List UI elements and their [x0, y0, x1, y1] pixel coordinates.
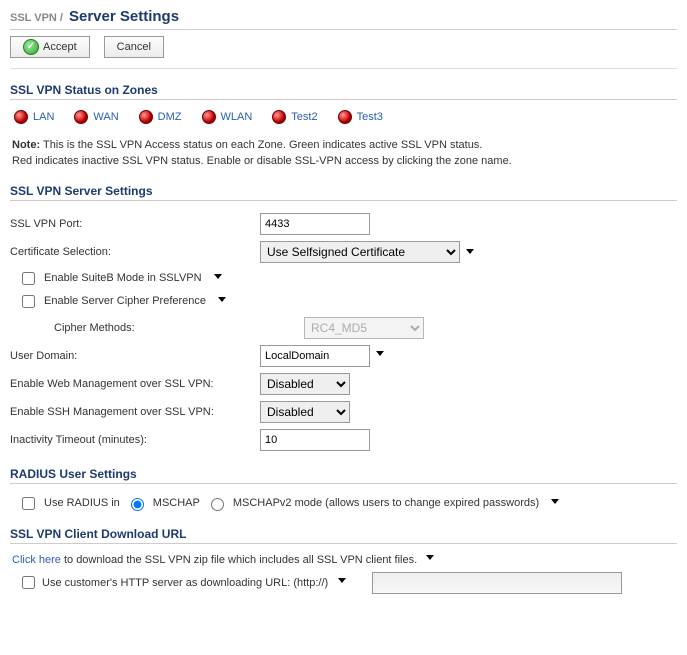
section-divider-server — [10, 200, 677, 201]
timeout-input[interactable] — [260, 429, 370, 451]
cancel-button[interactable]: Cancel — [104, 36, 164, 58]
note-label: Note: — [12, 139, 40, 151]
custom-url-checkbox[interactable] — [22, 576, 35, 589]
check-circle-icon: ✓ — [23, 39, 39, 55]
ssh-mgmt-label: Enable SSH Management over SSL VPN: — [10, 406, 260, 418]
zone-label: Test3 — [357, 111, 383, 123]
user-domain-label: User Domain: — [10, 350, 260, 362]
mschap-radio[interactable] — [131, 498, 144, 511]
cipher-methods-select: RC4_MD5 — [304, 317, 424, 339]
chevron-down-icon[interactable] — [376, 351, 384, 356]
chevron-down-icon[interactable] — [426, 555, 434, 560]
section-divider-download — [10, 543, 677, 544]
section-title-download: SSL VPN Client Download URL — [10, 527, 677, 541]
cert-select[interactable]: Use Selfsigned Certificate — [260, 241, 460, 263]
web-mgmt-label: Enable Web Management over SSL VPN: — [10, 378, 260, 390]
breadcrumb: SSL VPN / — [10, 12, 63, 24]
zone-item-wan[interactable]: WAN — [74, 110, 118, 124]
user-domain-input[interactable] — [260, 345, 370, 367]
zone-item-wlan[interactable]: WLAN — [202, 110, 253, 124]
section-divider-zones — [10, 99, 677, 100]
web-mgmt-select[interactable]: Disabled — [260, 373, 350, 395]
status-led-icon — [272, 110, 286, 124]
accept-button[interactable]: ✓ Accept — [10, 36, 90, 58]
custom-url-label: Use customer's HTTP server as downloadin… — [42, 577, 328, 589]
timeout-label: Inactivity Timeout (minutes): — [10, 434, 260, 446]
cipher-pref-checkbox[interactable] — [22, 295, 35, 308]
click-here-link[interactable]: Click here — [12, 554, 61, 566]
zone-item-lan[interactable]: LAN — [14, 110, 54, 124]
chevron-down-icon[interactable] — [466, 249, 474, 254]
port-label: SSL VPN Port: — [10, 218, 260, 230]
accept-label: Accept — [43, 41, 77, 53]
download-text: to download the SSL VPN zip file which i… — [61, 554, 417, 566]
status-led-icon — [202, 110, 216, 124]
zones-note: Note: This is the SSL VPN Access status … — [12, 138, 677, 170]
mschapv2-radio[interactable] — [211, 498, 224, 511]
zone-item-test2[interactable]: Test2 — [272, 110, 317, 124]
suiteb-checkbox[interactable] — [22, 272, 35, 285]
section-title-radius: RADIUS User Settings — [10, 467, 677, 481]
zone-label: WAN — [93, 111, 118, 123]
zone-label: DMZ — [158, 111, 182, 123]
section-title-zones: SSL VPN Status on Zones — [10, 83, 677, 97]
status-led-icon — [139, 110, 153, 124]
status-led-icon — [14, 110, 28, 124]
zone-item-dmz[interactable]: DMZ — [139, 110, 182, 124]
custom-url-input — [372, 572, 622, 594]
use-radius-checkbox[interactable] — [22, 497, 35, 510]
chevron-down-icon[interactable] — [551, 499, 559, 504]
zone-label: LAN — [33, 111, 54, 123]
chevron-down-icon[interactable] — [218, 297, 226, 302]
chevron-down-icon[interactable] — [338, 578, 346, 583]
mschap-label: MSCHAP — [153, 497, 200, 509]
cancel-label: Cancel — [117, 41, 151, 53]
zone-label: WLAN — [221, 111, 253, 123]
zone-label: Test2 — [291, 111, 317, 123]
status-led-icon — [338, 110, 352, 124]
zone-list: LAN WAN DMZ WLAN Test2 Test3 — [14, 110, 677, 124]
mschapv2-label: MSCHAPv2 mode (allows users to change ex… — [233, 497, 539, 509]
cert-label: Certificate Selection: — [10, 246, 260, 258]
section-divider-radius — [10, 483, 677, 484]
section-title-server: SSL VPN Server Settings — [10, 184, 677, 198]
use-radius-label: Use RADIUS in — [44, 497, 120, 509]
port-input[interactable] — [260, 213, 370, 235]
chevron-down-icon[interactable] — [214, 274, 222, 279]
page-title: Server Settings — [69, 8, 179, 25]
zone-item-test3[interactable]: Test3 — [338, 110, 383, 124]
note-line2: Red indicates inactive SSL VPN status. E… — [12, 155, 512, 167]
header-divider — [10, 29, 677, 30]
cipher-methods-label: Cipher Methods: — [10, 322, 304, 334]
button-divider — [10, 68, 677, 69]
ssh-mgmt-select[interactable]: Disabled — [260, 401, 350, 423]
suiteb-label: Enable SuiteB Mode in SSLVPN — [44, 272, 202, 284]
note-line1: This is the SSL VPN Access status on eac… — [43, 139, 482, 151]
status-led-icon — [74, 110, 88, 124]
cipher-pref-label: Enable Server Cipher Preference — [44, 295, 206, 307]
